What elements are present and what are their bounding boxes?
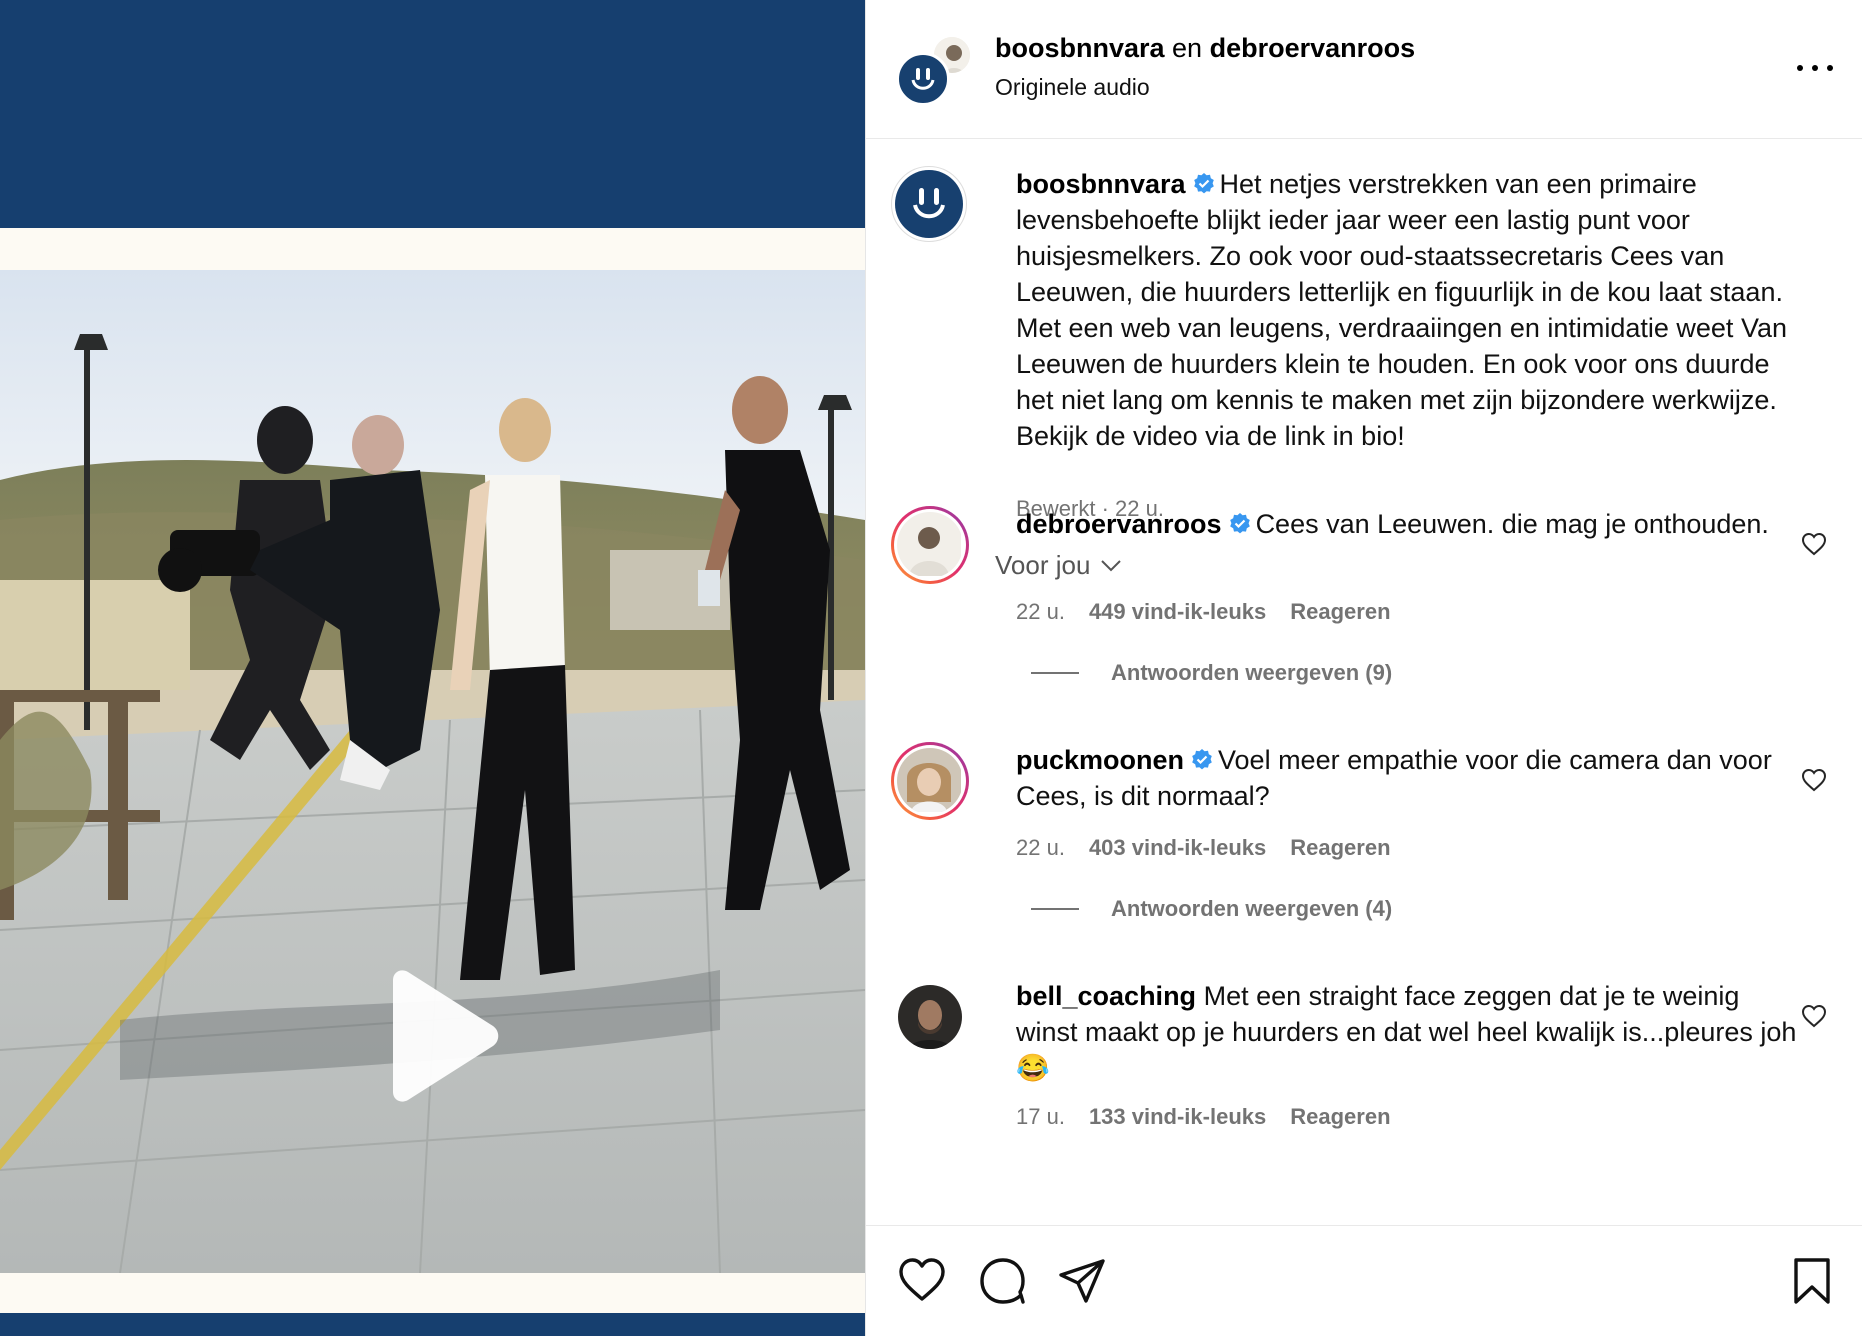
play-icon bbox=[393, 970, 499, 1102]
comments-scroll-area[interactable]: boosbnnvara Het netjes verstrekken van ee… bbox=[866, 140, 1862, 1225]
verified-icon bbox=[1192, 749, 1212, 770]
comment-text-block: debroervanroos Cees van Leeuwen. die mag … bbox=[1016, 506, 1806, 542]
share-icon bbox=[1059, 1259, 1105, 1303]
comment-time: 17 u. bbox=[1016, 1104, 1065, 1129]
more-icon-dot bbox=[1812, 65, 1818, 71]
comment-sort-label: Voor jou bbox=[995, 550, 1091, 580]
reply-button[interactable]: Reageren bbox=[1290, 599, 1390, 625]
save-button[interactable] bbox=[1786, 1255, 1838, 1307]
comment-time: 22 u. bbox=[1016, 835, 1065, 860]
post-action-bar bbox=[866, 1225, 1862, 1336]
author-link-debroervanroos[interactable]: debroervanroos bbox=[1210, 33, 1416, 63]
comment-avatar[interactable] bbox=[891, 742, 969, 820]
comment-time: 22 u. bbox=[1016, 599, 1065, 624]
video-bottom-band bbox=[0, 1313, 865, 1336]
more-icon bbox=[1797, 65, 1803, 71]
caption-text-block: boosbnnvara Het netjes verstrekken van ee… bbox=[1016, 166, 1806, 454]
view-replies-label: Antwoorden weergeven (9) bbox=[1111, 660, 1393, 685]
more-icon-dot bbox=[1827, 65, 1833, 71]
comment-avatar[interactable] bbox=[891, 978, 969, 1056]
video-pane[interactable] bbox=[0, 0, 865, 1336]
comment-likes[interactable]: 449 vind-ik-leuks bbox=[1089, 599, 1266, 625]
view-replies-label: Antwoorden weergeven (4) bbox=[1111, 896, 1393, 921]
view-replies-button[interactable]: Antwoorden weergeven (4) bbox=[1031, 896, 1392, 922]
caption-avatar[interactable] bbox=[891, 166, 967, 242]
comment-meta: 22 u. 449 vind-ik-leuks Reageren bbox=[1016, 599, 1391, 625]
comment-body: Cees van Leeuwen. die mag je onthouden. bbox=[1255, 509, 1769, 539]
comment-text-block: puckmoonen Voel meer empathie voor die ca… bbox=[1016, 742, 1806, 814]
heart-icon[interactable] bbox=[1801, 532, 1827, 556]
comment-sort-dropdown[interactable]: Voor jou bbox=[995, 550, 1122, 581]
video-frame[interactable] bbox=[0, 270, 865, 1273]
heart-icon bbox=[899, 1258, 945, 1301]
post-authors: boosbnnvara en debroervanroos bbox=[995, 33, 1415, 64]
share-button[interactable] bbox=[1056, 1255, 1108, 1307]
collab-avatar[interactable] bbox=[896, 35, 976, 110]
post-header: boosbnnvara en debroervanroos Originele … bbox=[866, 0, 1862, 139]
like-button[interactable] bbox=[896, 1255, 948, 1307]
reply-button[interactable]: Reageren bbox=[1290, 1104, 1390, 1130]
verified-icon bbox=[1193, 173, 1214, 194]
chevron-down-icon bbox=[1101, 559, 1122, 571]
comment-username[interactable]: bell_coaching bbox=[1016, 981, 1196, 1011]
comment-avatar[interactable] bbox=[891, 506, 969, 584]
caption-username[interactable]: boosbnnvara bbox=[1016, 169, 1186, 199]
comment-likes[interactable]: 403 vind-ik-leuks bbox=[1089, 835, 1266, 861]
replies-divider bbox=[1031, 672, 1079, 674]
caption-body: Het netjes verstrekken van een primaire … bbox=[1016, 169, 1787, 451]
more-options-button[interactable] bbox=[1791, 50, 1839, 86]
replies-divider bbox=[1031, 908, 1079, 910]
reply-button[interactable]: Reageren bbox=[1290, 835, 1390, 861]
comment-meta: 17 u. 133 vind-ik-leuks Reageren bbox=[1016, 1104, 1391, 1130]
instagram-post-view: boosbnnvara en debroervanroos Originele … bbox=[0, 0, 1862, 1336]
comment-button[interactable] bbox=[976, 1255, 1028, 1307]
avatar-boosbnnvara-small bbox=[896, 52, 950, 106]
author-conjunction: en bbox=[1164, 33, 1210, 63]
video-still bbox=[0, 270, 865, 1273]
comment-meta: 22 u. 403 vind-ik-leuks Reageren bbox=[1016, 835, 1391, 861]
verified-icon bbox=[1229, 513, 1250, 534]
comment-likes[interactable]: 133 vind-ik-leuks bbox=[1089, 1104, 1266, 1130]
heart-icon[interactable] bbox=[1801, 1004, 1827, 1028]
comment-icon bbox=[980, 1258, 1025, 1304]
author-link-boosbnnvara[interactable]: boosbnnvara bbox=[995, 33, 1165, 63]
comment-username[interactable]: puckmoonen bbox=[1016, 745, 1184, 775]
bookmark-icon bbox=[1794, 1258, 1830, 1304]
play-button[interactable] bbox=[375, 970, 501, 1102]
comment-text-block: bell_coaching Met een straight face zegg… bbox=[1016, 978, 1806, 1086]
post-details-panel: boosbnnvara en debroervanroos Originele … bbox=[865, 0, 1862, 1336]
view-replies-button[interactable]: Antwoorden weergeven (9) bbox=[1031, 660, 1392, 686]
audio-link[interactable]: Originele audio bbox=[995, 74, 1150, 101]
video-top-band bbox=[0, 0, 865, 228]
heart-icon[interactable] bbox=[1801, 768, 1827, 792]
comment-username[interactable]: debroervanroos bbox=[1016, 509, 1222, 539]
